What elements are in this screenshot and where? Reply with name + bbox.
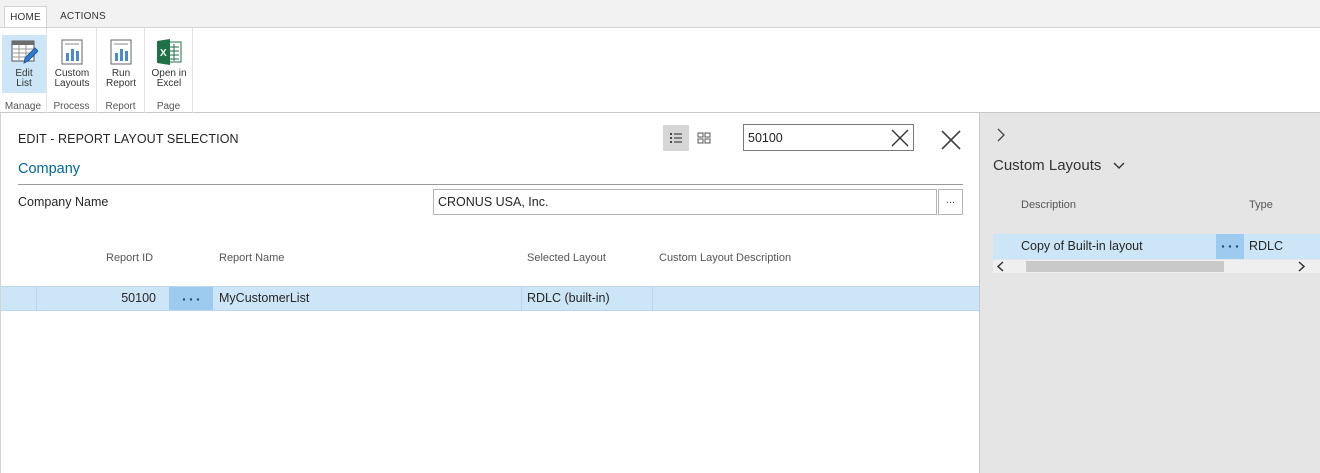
scroll-right-icon[interactable]: [1296, 261, 1306, 272]
ribbon: Edit List Manage Custom Layouts Process: [0, 27, 1320, 132]
page-title: EDIT - REPORT LAYOUT SELECTION: [18, 132, 239, 146]
ribbon-group-report: Run Report Report: [97, 28, 145, 113]
more-options-icon: [182, 298, 200, 301]
factbox-column-description[interactable]: Description: [1021, 199, 1076, 211]
scrollbar-thumb[interactable]: [1026, 261, 1224, 272]
report-id-cell: 50100: [121, 291, 156, 305]
main-pane: EDIT - REPORT LAYOUT SELECTION Company C…: [0, 113, 979, 473]
factbox-title[interactable]: Custom Layouts: [993, 157, 1101, 174]
chevron-right-icon[interactable]: [995, 128, 1007, 142]
factbox-type-cell: RDLC: [1249, 239, 1284, 253]
tab-actions[interactable]: ACTIONS: [58, 6, 108, 27]
edit-list-label-2: List: [16, 78, 32, 89]
ribbon-group-manage: Edit List Manage: [0, 28, 47, 113]
company-name-label: Company Name: [18, 195, 109, 209]
report-name-cell: MyCustomerList: [219, 291, 310, 305]
edit-list-button[interactable]: Edit List: [2, 35, 46, 93]
tab-home[interactable]: HOME: [4, 6, 47, 28]
group-label-manage: Manage: [4, 101, 42, 112]
close-icon[interactable]: [939, 128, 963, 152]
open-in-excel-button[interactable]: X Open in Excel: [147, 35, 191, 93]
factbox-pane: Custom Layouts Description Type Copy of …: [979, 113, 1320, 473]
group-label-report: Report: [105, 101, 136, 112]
factbox-row-actions-button[interactable]: [1216, 234, 1244, 259]
company-name-field[interactable]: CRONUS USA, Inc.: [433, 189, 937, 215]
horizontal-scrollbar[interactable]: [993, 260, 1320, 273]
factbox-column-type[interactable]: Type: [1249, 199, 1273, 211]
column-header-report-id[interactable]: Report ID: [106, 252, 153, 264]
table-row[interactable]: 50100 MyCustomerList RDLC (built-in): [1, 286, 979, 311]
scroll-left-icon[interactable]: [996, 261, 1006, 272]
run-report-label-2: Report: [105, 78, 136, 89]
row-actions-button[interactable]: [169, 287, 213, 310]
ribbon-group-page: X Open in Excel Page: [145, 28, 193, 113]
list-view-icon: [670, 133, 682, 143]
excel-icon: X: [157, 39, 182, 65]
row-selector[interactable]: [1, 287, 37, 310]
run-report-button[interactable]: Run Report: [99, 35, 143, 93]
custom-layouts-label-2: Layouts: [54, 78, 90, 89]
open-in-excel-label-2: Excel: [156, 78, 182, 89]
section-divider: [18, 184, 963, 185]
ribbon-tabs: HOME ACTIONS: [0, 0, 1320, 28]
group-label-page: Page: [156, 101, 181, 112]
report-icon: [110, 39, 132, 65]
group-label-process: Process: [53, 101, 90, 112]
tile-view-icon: [697, 132, 711, 144]
list-view-button[interactable]: [663, 125, 689, 151]
report-icon: [61, 39, 83, 65]
list-item[interactable]: Copy of Built-in layout RDLC: [993, 234, 1320, 259]
more-options-icon: [1221, 245, 1239, 248]
search-input[interactable]: [748, 130, 888, 146]
custom-layouts-button[interactable]: Custom Layouts: [50, 35, 94, 93]
ribbon-group-process: Custom Layouts Process: [47, 28, 97, 113]
chevron-down-icon[interactable]: [1113, 162, 1125, 170]
factbox-description-cell: Copy of Built-in layout: [1021, 239, 1143, 253]
clear-search-icon[interactable]: [889, 127, 911, 149]
selected-layout-cell[interactable]: RDLC (built-in): [521, 287, 653, 310]
section-title-company[interactable]: Company: [18, 161, 80, 177]
column-header-report-name[interactable]: Report Name: [219, 252, 284, 264]
svg-text:X: X: [160, 48, 167, 59]
company-lookup-button[interactable]: ...: [938, 189, 963, 215]
column-header-custom-layout-description[interactable]: Custom Layout Description: [659, 252, 791, 264]
custom-layout-description-cell[interactable]: [653, 287, 979, 310]
search-box: [743, 124, 914, 151]
tile-view-button[interactable]: [691, 125, 717, 151]
edit-list-icon: [11, 40, 38, 64]
column-header-selected-layout[interactable]: Selected Layout: [527, 252, 606, 264]
